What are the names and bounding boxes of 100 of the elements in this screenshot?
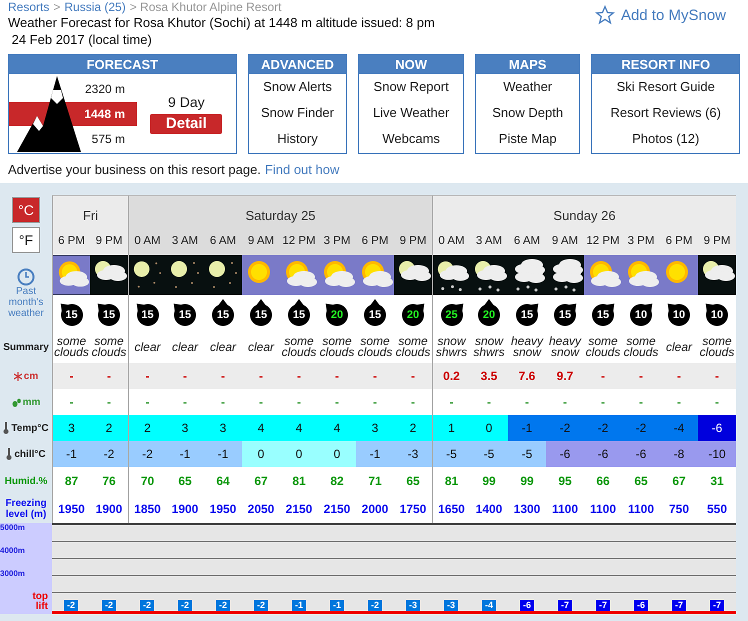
table-cell: 1850	[128, 495, 166, 523]
table-cell: -	[128, 389, 166, 415]
breadcrumb-link[interactable]: Resorts	[8, 0, 50, 14]
table-cell: -	[508, 389, 546, 415]
table-cell: 3	[52, 415, 90, 441]
table-cell: 87	[52, 467, 90, 495]
table-cell: -	[318, 389, 356, 415]
wind-speed: 15	[520, 310, 534, 321]
table-cell: -	[242, 389, 280, 415]
menu-link[interactable]: History	[248, 126, 346, 152]
menu-link[interactable]: Resort Reviews (6)	[592, 100, 740, 126]
table-cell: -	[204, 389, 242, 415]
menu-link[interactable]: Piste Map	[476, 126, 580, 152]
temperature-badge: -1	[292, 600, 306, 611]
table-cell: 550	[698, 495, 736, 523]
table-cell: 1300	[508, 495, 546, 523]
wind-speed: 20	[482, 310, 496, 321]
summary-text: clear	[666, 342, 692, 352]
table-cell: 82	[318, 467, 356, 495]
menu-link[interactable]: Ski Resort Guide	[592, 74, 740, 100]
table-cell: 81	[432, 467, 470, 495]
menu-link[interactable]: Webcams	[359, 126, 463, 152]
temperature-badge: -2	[178, 600, 192, 611]
menu-link[interactable]: Snow Report	[359, 74, 463, 100]
table-cell: 1650	[432, 495, 470, 523]
table-cell: -	[546, 389, 584, 415]
unit-toggle[interactable]: °F	[12, 227, 40, 253]
table-cell: 0	[280, 441, 318, 467]
summary-text: some clouds	[90, 336, 128, 358]
table-cell: -	[470, 389, 508, 415]
time-label: 9 AM	[546, 232, 584, 255]
time-label: 6 PM	[660, 232, 698, 255]
table-cell: 9.7	[546, 363, 584, 389]
wind-speed: 15	[178, 310, 192, 321]
detail-button[interactable]: Detail	[150, 114, 222, 134]
day-heading: Sunday 26	[432, 195, 736, 232]
table-cell: 2150	[280, 495, 318, 523]
table-cell: 1100	[584, 495, 622, 523]
table-cell: -	[432, 389, 470, 415]
time-label: 3 AM	[470, 232, 508, 255]
table-cell: 99	[470, 467, 508, 495]
table-cell: -5	[508, 441, 546, 467]
table-cell: 65	[622, 467, 660, 495]
add-to-mysnow-link[interactable]: Add to MySnow	[594, 4, 726, 26]
wind-speed: 15	[292, 310, 306, 321]
table-cell: -	[204, 363, 242, 389]
table-cell: 65	[166, 467, 204, 495]
table-cell: 1900	[90, 495, 128, 523]
table-cell: -	[166, 389, 204, 415]
temperature-badge: -4	[482, 600, 496, 611]
table-cell: -2	[584, 415, 622, 441]
table-cell: 3.5	[470, 363, 508, 389]
table-cell: 31	[698, 467, 736, 495]
table-cell: 67	[660, 467, 698, 495]
table-cell: -1	[166, 441, 204, 467]
table-cell: -6	[622, 441, 660, 467]
summary-text: snow shwrs	[434, 336, 468, 358]
summary-text: clear	[134, 342, 160, 352]
altitude-label: 4000m	[0, 546, 25, 555]
menu-link[interactable]: Snow Depth	[476, 100, 580, 126]
wind-speed: 15	[368, 310, 382, 321]
table-cell: 1100	[546, 495, 584, 523]
table-cell: -	[622, 389, 660, 415]
wind-speed: 10	[710, 310, 724, 321]
menu-link[interactable]: Weather	[476, 74, 580, 100]
table-cell: -	[52, 389, 90, 415]
menu-link[interactable]: Live Weather	[359, 100, 463, 126]
table-cell: 1950	[52, 495, 90, 523]
row-label: Humid.%	[4, 476, 48, 486]
menu-link[interactable]: Snow Finder	[248, 100, 346, 126]
table-cell: -6	[584, 441, 622, 467]
table-cell: 70	[128, 467, 166, 495]
wind-speed: 10	[672, 310, 686, 321]
day-heading: Fri	[52, 195, 128, 232]
summary-text: some clouds	[318, 336, 356, 358]
temperature-badge: -7	[596, 600, 610, 611]
table-cell: 3	[356, 415, 394, 441]
find-out-how-link[interactable]: Find out how	[264, 162, 340, 177]
table-cell: 2	[90, 415, 128, 441]
time-label: 6 PM	[356, 232, 394, 255]
breadcrumb-link[interactable]: Russia (25)	[64, 0, 126, 14]
table-cell: 1750	[394, 495, 432, 523]
table-cell: 95	[546, 467, 584, 495]
row-label: Summary	[3, 342, 49, 352]
table-cell: 3	[166, 415, 204, 441]
menu-link[interactable]: Snow Alerts	[248, 74, 346, 100]
table-cell: 0.2	[432, 363, 470, 389]
panel-heading: RESORT INFO	[592, 55, 740, 74]
breadcrumb-text: >	[53, 0, 60, 14]
time-label: 0 AM	[128, 232, 166, 255]
unit-toggle[interactable]: °C	[12, 197, 40, 223]
table-cell: -5	[470, 441, 508, 467]
time-label: 12 PM	[280, 232, 318, 255]
issue-date: 24 Feb 2017 (local time)	[10, 31, 153, 48]
temperature-badge: -3	[406, 600, 420, 611]
time-label: 6 AM	[204, 232, 242, 255]
wind-speed: 20	[406, 310, 420, 321]
table-cell: 0	[318, 441, 356, 467]
summary-text: some clouds	[584, 336, 622, 358]
menu-link[interactable]: Photos (12)	[592, 126, 740, 152]
